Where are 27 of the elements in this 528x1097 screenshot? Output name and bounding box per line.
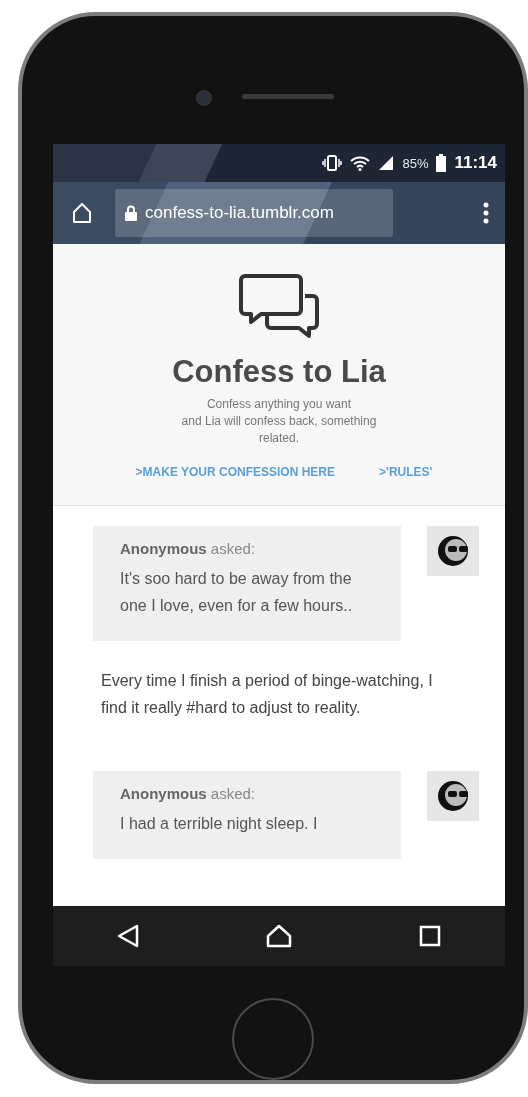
question-text: I had a terrible night sleep. I	[120, 814, 319, 834]
vibrate-icon	[322, 155, 343, 171]
clock-time: 11:14	[454, 153, 497, 173]
blog-description: Confess anything you want and Lia will confess back, something related.	[180, 396, 378, 447]
battery-percent: 85%	[402, 155, 429, 171]
sunglasses-face-icon	[436, 779, 470, 813]
answer-text: Every time I finish a period of binge-watching, I find it really #hard to adjust to reality.	[101, 671, 434, 718]
wifi-icon	[350, 155, 371, 171]
blog-title: Confess to Lia	[172, 354, 386, 390]
battery-icon	[436, 154, 447, 172]
url-text: confess-to-lia.tumblr.com	[145, 203, 334, 223]
home-icon	[266, 924, 292, 949]
camera-lens	[196, 90, 212, 106]
chat-bubbles-icon	[239, 272, 319, 340]
lock-icon	[125, 205, 137, 221]
sunglasses-face-icon	[436, 534, 470, 568]
menu-icon	[483, 202, 489, 224]
question-text: It's soo hard to be away from the one I love, even for a few hours..	[120, 569, 354, 616]
square-icon	[419, 925, 442, 948]
home-icon	[71, 202, 93, 224]
back-icon	[116, 924, 139, 949]
asker-label: Anonymous asked:	[120, 540, 257, 557]
header-link[interactable]: >'RULES'	[379, 465, 433, 479]
address-field[interactable]: confess-to-lia.tumblr.com	[115, 189, 393, 237]
signal-icon	[378, 155, 395, 171]
header-link[interactable]: >MAKE YOUR CONFESSION HERE	[135, 465, 336, 479]
asker-label: Anonymous asked:	[120, 785, 257, 802]
